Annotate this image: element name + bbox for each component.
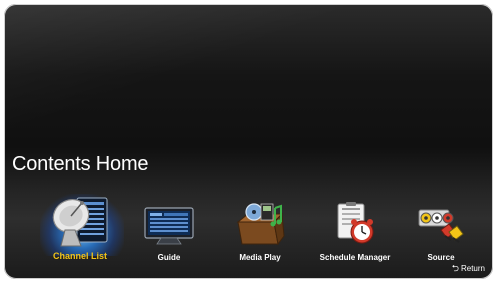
schedule-clock-icon: [337, 202, 374, 244]
menu-item-media-play[interactable]: Media Play: [212, 192, 308, 266]
return-arrow-icon: ⮌: [451, 263, 459, 273]
menu-bar: Channel List Guide Media Play Schedule M…: [4, 192, 493, 266]
menu-item-label: Channel List: [52, 251, 107, 261]
return-label: Return: [460, 264, 485, 273]
av-connectors-icon: [418, 209, 464, 243]
tv-guide-icon: [144, 207, 194, 245]
return-button[interactable]: ⮌ Return: [452, 261, 485, 277]
menu-item-label: Schedule Manager: [319, 253, 391, 262]
menu-item-guide[interactable]: Guide: [121, 192, 217, 266]
page-title: Contents Home: [12, 153, 149, 175]
menu-item-channel-list[interactable]: Channel List: [32, 192, 128, 266]
media-box-icon: [236, 203, 285, 246]
menu-item-source[interactable]: Source: [393, 192, 489, 266]
menu-item-label: Media Play: [239, 253, 281, 262]
menu-item-label: Guide: [157, 253, 181, 262]
menu-item-schedule-manager[interactable]: Schedule Manager: [307, 192, 403, 266]
satellite-dish-icon: [52, 197, 108, 247]
tv-screen: Contents Home Channel List Guide Media P…: [4, 4, 493, 279]
